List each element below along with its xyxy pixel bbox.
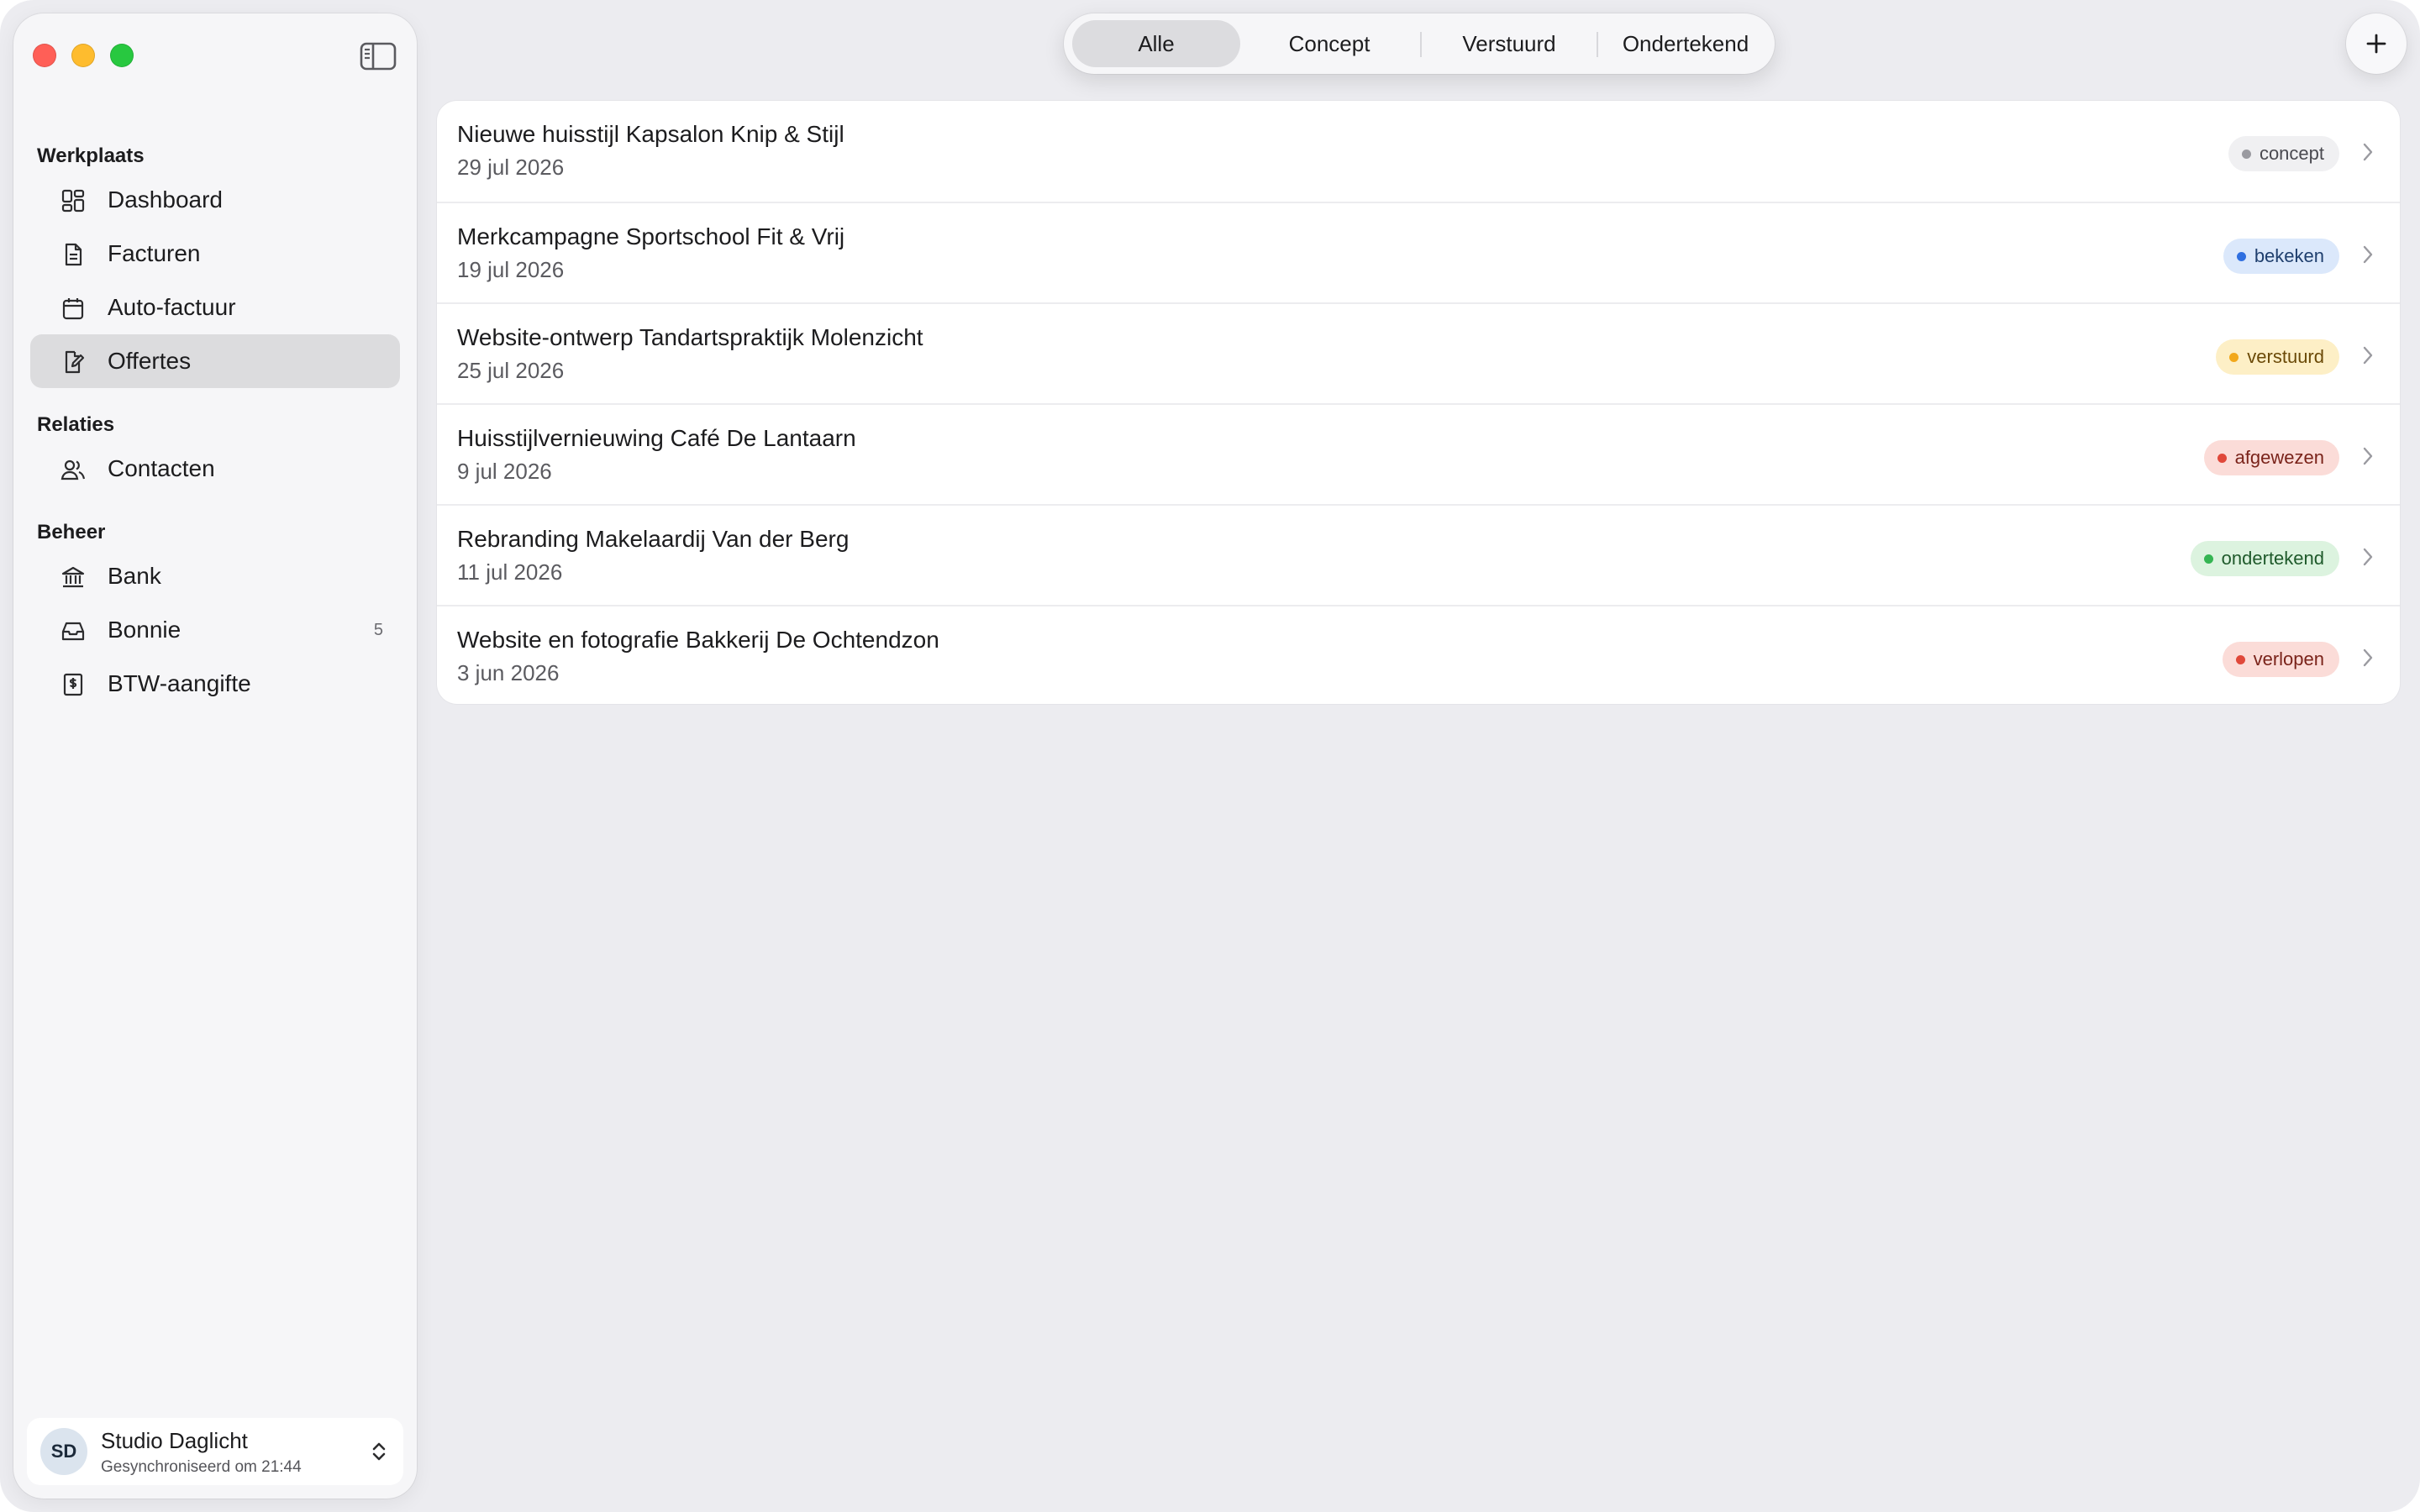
status-badge: ondertekend [2190, 541, 2339, 576]
status-badge: afgewezen [2203, 440, 2339, 475]
close-window-button[interactable] [33, 44, 56, 67]
tab-alle[interactable]: Alle [1072, 20, 1240, 67]
status-dot [2235, 654, 2245, 664]
chevron-right-icon [2363, 447, 2373, 465]
quote-date: 11 jul 2026 [457, 559, 563, 585]
status-dot [2217, 453, 2227, 463]
status-label: ondertekend [2221, 548, 2324, 569]
chevron-right-icon [2363, 346, 2373, 365]
quote-title: Huisstijlvernieuwing Café De Lantaarn [457, 425, 856, 451]
sync-status: Gesynchroniseerd om 21:44 [101, 1458, 302, 1476]
sidebar-item-label: Dashboard [108, 186, 223, 213]
chevron-right-icon [2363, 648, 2373, 667]
sidebar-item-label: Facturen [108, 240, 201, 266]
status-badge: concept [2228, 136, 2339, 171]
quote-date: 19 jul 2026 [457, 257, 565, 282]
quotes-list: Nieuwe huisstijl Kapsalon Knip & Stijl 2… [437, 101, 2400, 704]
status-dot [2241, 149, 2251, 159]
sidebar-item-label: Bank [108, 563, 161, 589]
status-label: bekeken [2254, 245, 2324, 266]
quote-title: Website en fotografie Bakkerij De Ochten… [457, 627, 939, 653]
chevron-right-icon [2363, 548, 2373, 566]
tab-concept[interactable]: Concept [1245, 20, 1413, 67]
dashboard-icon [60, 188, 86, 213]
segment-divider [1597, 32, 1598, 57]
quote-date: 9 jul 2026 [457, 459, 552, 484]
quote-date: 25 jul 2026 [457, 358, 565, 383]
quote-date: 29 jul 2026 [457, 155, 565, 180]
sidebar-item-dashboard[interactable]: Dashboard [30, 173, 400, 227]
inbox-icon [60, 618, 86, 643]
account-name: Studio Daglicht [101, 1428, 248, 1453]
account-switcher[interactable]: SD Studio Daglicht Gesynchroniseerd om 2… [27, 1418, 403, 1485]
document-icon [60, 242, 86, 267]
sidebar-item-label: Bonnie [108, 617, 182, 643]
sidebar-item-contacten[interactable]: Contacten [30, 442, 400, 496]
chevron-right-icon [2363, 245, 2373, 264]
section-title-beheer: Beheer [37, 521, 106, 543]
status-label: afgewezen [2234, 447, 2324, 468]
status-dot [2203, 554, 2213, 564]
quote-title: Nieuwe huisstijl Kapsalon Knip & Stijl [457, 121, 844, 147]
minimize-window-button[interactable] [71, 44, 95, 67]
sidebar-item-label: Contacten [108, 455, 215, 481]
window-controls [33, 44, 134, 67]
quote-title: Merkcampagne Sportschool Fit & Vrij [457, 223, 845, 249]
sidebar-item-label: Offertes [108, 348, 192, 374]
people-icon [60, 457, 86, 482]
chevron-right-icon [2363, 143, 2373, 161]
list-item[interactable]: Website en fotografie Bakkerij De Ochten… [437, 605, 2400, 706]
app-window: Werkplaats Dashboard Facturen Auto-factu… [0, 0, 2420, 1512]
calendar-icon [60, 296, 86, 321]
sidebar-item-facturen[interactable]: Facturen [30, 227, 400, 281]
sidebar-item-bonnie[interactable]: Bonnie 5 [30, 603, 400, 657]
sidebar-toggle-icon[interactable] [360, 42, 397, 71]
status-dot [2236, 251, 2246, 261]
quote-date: 3 jun 2026 [457, 660, 560, 685]
tax-document-icon [60, 672, 86, 697]
list-item[interactable]: Website-ontwerp Tandartspraktijk Molenzi… [437, 302, 2400, 403]
list-item[interactable]: Rebranding Makelaardij Van der Berg 11 j… [437, 504, 2400, 605]
bank-icon [60, 564, 86, 590]
list-item[interactable]: Huisstijlvernieuwing Café De Lantaarn 9 … [437, 403, 2400, 504]
quote-title: Website-ontwerp Tandartspraktijk Molenzi… [457, 324, 923, 350]
sidebar-item-label: BTW-aangifte [108, 670, 251, 696]
tab-ondertekend[interactable]: Ondertekend [1602, 20, 1770, 67]
avatar: SD [40, 1428, 87, 1475]
sidebar: Werkplaats Dashboard Facturen Auto-factu… [13, 13, 417, 1499]
status-filter-segmented-control: Alle Concept Verstuurd Ondertekend [1064, 13, 1775, 74]
status-label: concept [2259, 143, 2324, 164]
chevron-up-down-icon[interactable] [368, 1440, 390, 1463]
document-edit-icon [60, 349, 86, 375]
add-quote-button[interactable] [2346, 13, 2407, 74]
sidebar-item-offertes[interactable]: Offertes [30, 334, 400, 388]
status-dot [2229, 352, 2239, 362]
sidebar-item-btw-aangifte[interactable]: BTW-aangifte [30, 657, 400, 711]
unread-count-badge: 5 [373, 620, 383, 639]
segment-divider [1420, 32, 1422, 57]
list-item[interactable]: Nieuwe huisstijl Kapsalon Knip & Stijl 2… [437, 101, 2400, 202]
status-label: verlopen [2253, 648, 2324, 669]
maximize-window-button[interactable] [110, 44, 134, 67]
plus-icon [2366, 34, 2386, 54]
status-badge: verlopen [2222, 642, 2339, 677]
sidebar-item-auto-factuur[interactable]: Auto-factuur [30, 281, 400, 334]
status-badge: bekeken [2223, 239, 2339, 274]
sidebar-item-label: Auto-factuur [108, 294, 236, 320]
status-badge: verstuurd [2216, 339, 2339, 375]
section-title-werkplaats: Werkplaats [37, 144, 145, 167]
quote-title: Rebranding Makelaardij Van der Berg [457, 526, 850, 552]
section-title-relaties: Relaties [37, 413, 115, 436]
tab-verstuurd[interactable]: Verstuurd [1425, 20, 1593, 67]
sidebar-item-bank[interactable]: Bank [30, 549, 400, 603]
status-label: verstuurd [2247, 346, 2324, 367]
list-item[interactable]: Merkcampagne Sportschool Fit & Vrij 19 j… [437, 202, 2400, 302]
